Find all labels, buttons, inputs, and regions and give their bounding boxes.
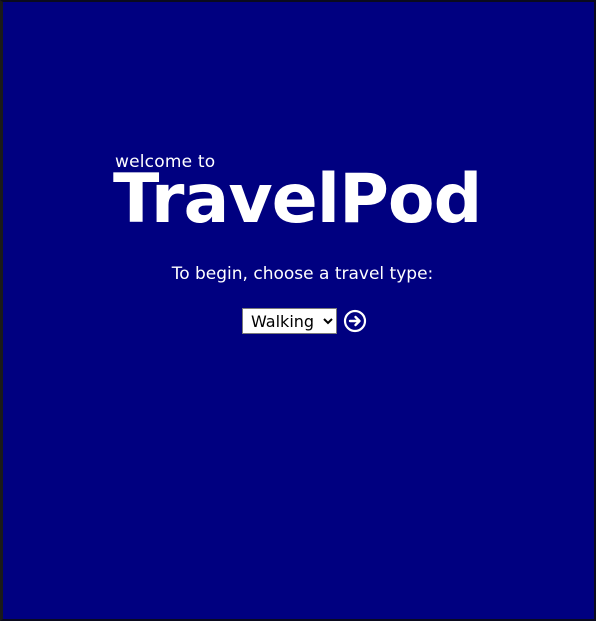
go-button[interactable] <box>343 309 367 333</box>
travel-type-select[interactable]: Walking <box>242 308 337 334</box>
travel-type-controls: Walking <box>242 308 367 334</box>
brand-title: TravelPod <box>113 160 482 239</box>
travel-type-prompt: To begin, choose a travel type: <box>171 264 434 284</box>
arrow-right-circle-icon <box>343 309 367 333</box>
page-background: welcome to TravelPod To begin, choose a … <box>0 0 596 621</box>
